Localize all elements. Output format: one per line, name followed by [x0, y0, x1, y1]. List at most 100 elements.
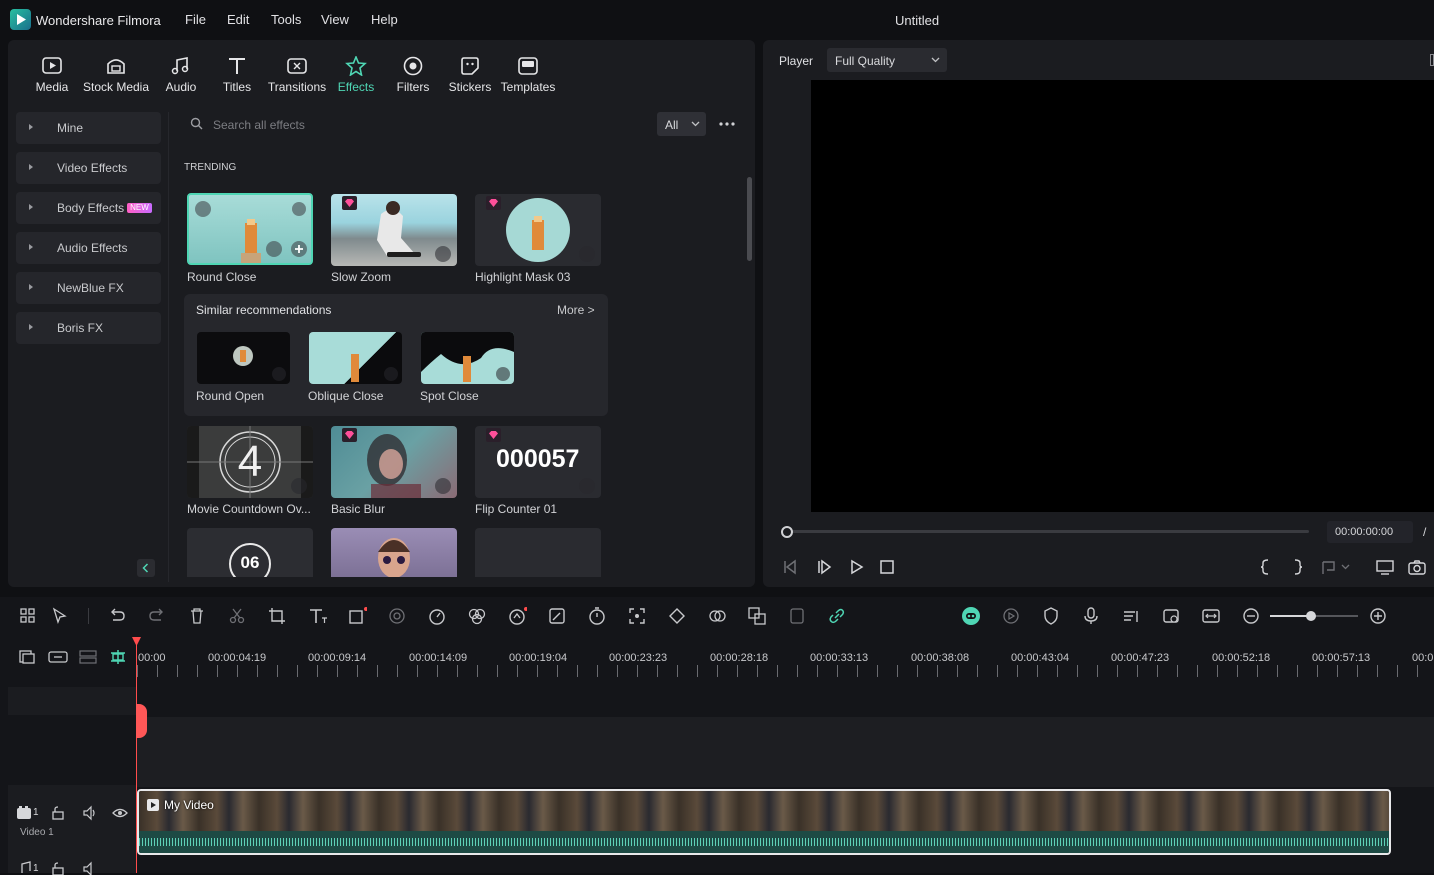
category-label-wrap: Body Effects NEW [57, 201, 152, 215]
tab-stock-media[interactable]: Stock Media [82, 56, 150, 94]
menu-view[interactable]: View [321, 12, 349, 27]
zoom-slider-handle[interactable] [1306, 611, 1316, 621]
speed-icon[interactable] [427, 606, 447, 626]
timer-icon[interactable] [587, 606, 607, 626]
player-progress-track[interactable] [787, 530, 1309, 533]
similar-recommendations-panel: Similar recommendations More > Round Ope… [184, 294, 608, 416]
zoom-in-icon[interactable] [1368, 606, 1388, 626]
text-icon[interactable] [307, 606, 327, 626]
ai-translate-icon[interactable] [747, 606, 767, 626]
mark-in-icon[interactable] [1257, 558, 1273, 576]
track-settings-icon[interactable] [1161, 606, 1181, 626]
audio-mixer-icon[interactable] [1121, 606, 1141, 626]
clip-filmstrip [139, 791, 1389, 831]
effect-thumb-counter-06[interactable]: 06 [187, 528, 313, 577]
tab-titles[interactable]: Titles [217, 56, 257, 94]
similar-more-link[interactable]: More > [557, 303, 595, 317]
next-frame-icon[interactable] [815, 558, 833, 576]
collapse-sidebar-button[interactable] [137, 559, 155, 577]
split-scissors-icon[interactable] [227, 606, 247, 626]
menu-file[interactable]: File [185, 12, 206, 27]
effect-thumb-spot-close[interactable] [421, 332, 514, 384]
effect-thumb-face[interactable] [331, 528, 457, 577]
effect-thumb-dark[interactable] [475, 528, 601, 577]
category-mine[interactable]: Mine [16, 112, 161, 144]
play-icon[interactable] [847, 558, 865, 576]
ai-mate-icon[interactable] [961, 606, 981, 626]
track-mute-icon[interactable] [82, 805, 98, 821]
zoom-out-icon[interactable] [1241, 606, 1261, 626]
player-scrub-handle[interactable] [781, 526, 793, 538]
link-clips-icon[interactable] [48, 649, 68, 665]
effect-thumb-oblique-close[interactable] [309, 332, 402, 384]
select-pointer-icon[interactable] [50, 606, 70, 626]
player-timecode-box[interactable]: 00:00:00:00 [1327, 521, 1413, 543]
stabilize-icon[interactable] [787, 606, 807, 626]
effect-thumb-flip-counter[interactable]: 000057 [475, 426, 601, 498]
microphone-icon[interactable] [1081, 606, 1101, 626]
insert-marker-icon[interactable] [1320, 558, 1350, 576]
tab-media[interactable]: Media [32, 56, 72, 94]
filter-dropdown[interactable]: All [657, 112, 706, 136]
track-visibility-eye-icon[interactable] [112, 805, 128, 821]
crop-icon[interactable] [267, 606, 287, 626]
video-clip[interactable]: My Video [137, 789, 1391, 855]
clip-title: My Video [164, 798, 214, 812]
redo-icon[interactable] [147, 606, 167, 626]
auto-reframe-icon[interactable] [627, 606, 647, 626]
color-wheels-icon[interactable] [467, 606, 487, 626]
drop-zone-track[interactable] [137, 717, 1434, 787]
effect-thumb-round-open[interactable] [197, 332, 290, 384]
effect-thumb-basic-blur[interactable] [331, 426, 457, 498]
timeline-ruler[interactable]: 00:00 00:00:04:19 00:00:09:14 00:00:14:0… [0, 637, 1434, 687]
fit-timeline-icon[interactable] [1201, 606, 1221, 626]
tab-templates[interactable]: Templates [500, 56, 556, 94]
link-icon[interactable] [827, 606, 847, 626]
more-options-button[interactable] [716, 114, 738, 134]
render-preview-icon[interactable] [1001, 606, 1021, 626]
motion-tracking-icon[interactable] [707, 606, 727, 626]
shape-mask-icon[interactable] [347, 606, 367, 626]
tab-audio[interactable]: Audio [161, 56, 201, 94]
category-boris-fx[interactable]: Boris FX [16, 312, 161, 344]
category-newblue-fx[interactable]: NewBlue FX [16, 272, 161, 304]
undo-icon[interactable] [107, 606, 127, 626]
menu-tools[interactable]: Tools [271, 12, 301, 27]
color-match-icon[interactable] [387, 606, 407, 626]
effect-thumb-round-close[interactable] [187, 193, 313, 265]
tab-effects-label: Effects [337, 80, 375, 94]
edit-image-icon[interactable] [547, 606, 567, 626]
category-body-effects[interactable]: Body Effects NEW [16, 192, 161, 224]
tab-stickers[interactable]: Stickers [448, 56, 492, 94]
ai-tools-icon[interactable] [507, 606, 527, 626]
previous-frame-icon[interactable] [781, 558, 799, 576]
keyframe-icon[interactable] [667, 606, 687, 626]
category-video-effects[interactable]: Video Effects [16, 152, 161, 184]
quality-dropdown[interactable]: Full Quality [827, 48, 947, 72]
playhead-handle[interactable] [136, 704, 147, 738]
stop-icon[interactable] [878, 558, 896, 576]
effects-scrollbar[interactable] [747, 177, 752, 261]
snap-magnet-icon[interactable] [108, 648, 128, 666]
tab-filters[interactable]: Filters [393, 56, 433, 94]
add-track-icon[interactable] [18, 649, 36, 665]
tab-transitions[interactable]: Transitions [266, 56, 328, 94]
menu-help[interactable]: Help [371, 12, 398, 27]
delete-icon[interactable] [187, 606, 207, 626]
menu-edit[interactable]: Edit [227, 12, 249, 27]
effect-thumb-movie-countdown[interactable]: 4 [187, 426, 313, 498]
track-manager-icon[interactable] [78, 649, 98, 665]
search-field[interactable]: Search all effects [182, 110, 652, 138]
track-lock-icon[interactable] [50, 805, 66, 821]
category-audio-effects[interactable]: Audio Effects [16, 232, 161, 264]
effect-thumb-highlight-mask[interactable] [475, 194, 601, 266]
shield-icon[interactable] [1041, 606, 1061, 626]
display-settings-icon[interactable] [1375, 558, 1395, 576]
layout-grid-icon[interactable] [18, 606, 38, 626]
mark-out-icon[interactable] [1290, 558, 1306, 576]
effect-thumb-slow-zoom[interactable] [331, 194, 457, 266]
tab-effects[interactable]: Effects [336, 56, 376, 94]
playhead-line[interactable] [136, 637, 137, 873]
snapshot-camera-icon[interactable] [1407, 558, 1427, 576]
media-icon [41, 56, 63, 76]
